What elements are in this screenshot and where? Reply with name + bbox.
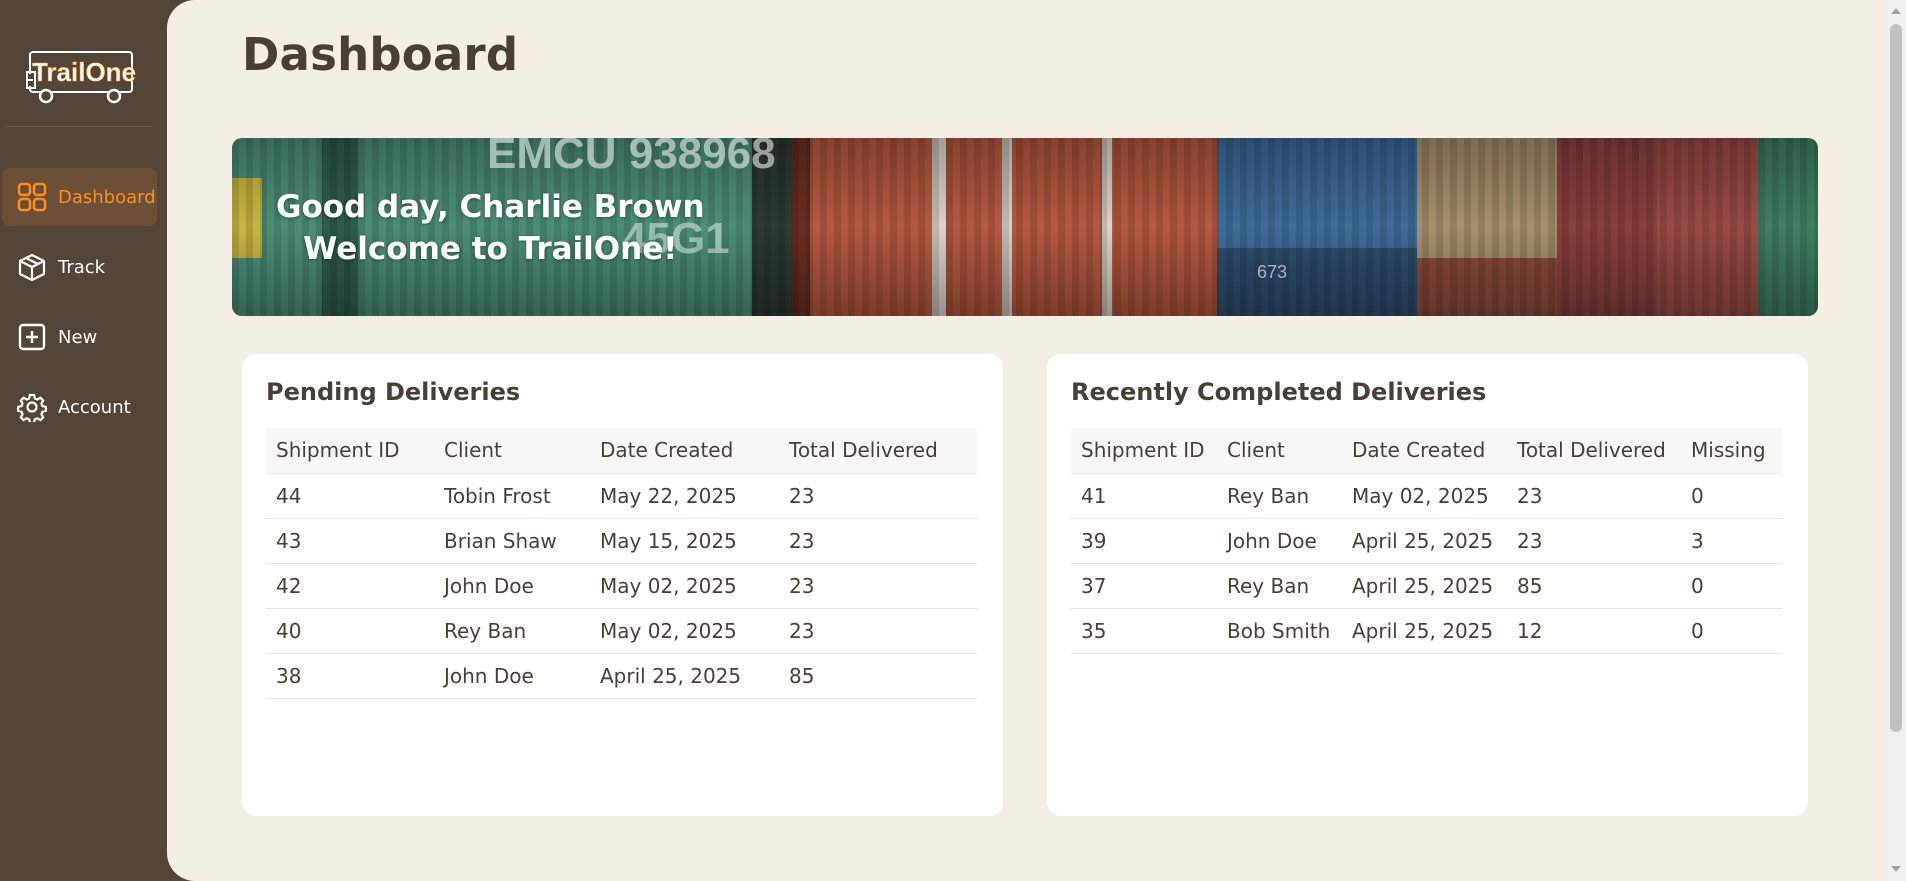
svg-text:EMCU 938968: EMCU 938968 [487, 138, 776, 178]
table-cell: April 25, 2025 [1342, 608, 1507, 654]
dashboard-grid-icon [16, 181, 48, 213]
column-header[interactable]: Shipment ID [1071, 428, 1217, 474]
completed-deliveries-table: Shipment ID Client Date Created Total De… [1071, 428, 1782, 654]
table-cell: Bob Smith [1217, 608, 1342, 654]
table-row[interactable]: 41 Rey Ban May 02, 2025 23 0 [1071, 473, 1782, 519]
table-cell: 3 [1681, 518, 1782, 564]
welcome-banner: EMCU 938968 45G1 673 Good day, Charlie B… [232, 138, 1818, 316]
table-cell: Rey Ban [1217, 563, 1342, 609]
table-cell: April 25, 2025 [1342, 563, 1507, 609]
table-cell: 85 [779, 653, 977, 699]
table-cell: 23 [779, 608, 977, 654]
table-cell: 41 [1071, 473, 1217, 519]
sidebar: TrailOne Dashboard Track New Account [0, 0, 167, 881]
plus-square-icon [16, 321, 48, 353]
column-header[interactable]: Date Created [1342, 428, 1507, 474]
table-row[interactable]: 38 John Doe April 25, 2025 85 [266, 653, 977, 699]
column-header[interactable]: Date Created [590, 428, 779, 474]
table-cell: 37 [1071, 563, 1217, 609]
card-title: Recently Completed Deliveries [1071, 378, 1487, 406]
table-cell: John Doe [1217, 518, 1342, 564]
table-cell: May 22, 2025 [590, 473, 779, 519]
table-row[interactable]: 43 Brian Shaw May 15, 2025 23 [266, 518, 977, 564]
trailone-logo[interactable]: TrailOne [24, 44, 136, 106]
table-cell: May 02, 2025 [590, 563, 779, 609]
sidebar-item-track[interactable]: Track [2, 238, 157, 296]
table-cell: 23 [1507, 518, 1681, 564]
svg-text:673: 673 [1257, 262, 1287, 282]
table-row[interactable]: 44 Tobin Frost May 22, 2025 23 [266, 473, 977, 519]
scroll-up-arrow-icon[interactable] [1891, 8, 1901, 14]
sidebar-item-account[interactable]: Account [2, 378, 157, 436]
completed-deliveries-card: Recently Completed Deliveries Shipment I… [1047, 354, 1808, 816]
pending-deliveries-table: Shipment ID Client Date Created Total De… [266, 428, 977, 699]
table-cell: 23 [779, 518, 977, 564]
table-row[interactable]: 39 John Doe April 25, 2025 23 3 [1071, 518, 1782, 564]
sidebar-item-label: Account [58, 396, 131, 418]
table-cell: John Doe [434, 653, 590, 699]
table-row[interactable]: 40 Rey Ban May 02, 2025 23 [266, 608, 977, 654]
table-cell: 85 [1507, 563, 1681, 609]
main-content: Dashboard EMCU 938968 45G1 673 Good day,… [167, 0, 1886, 881]
table-row[interactable]: 37 Rey Ban April 25, 2025 85 0 [1071, 563, 1782, 609]
page-scrollbar[interactable] [1886, 0, 1906, 881]
pending-deliveries-card: Pending Deliveries Shipment ID Client Da… [242, 354, 1003, 816]
table-cell: 42 [266, 563, 434, 609]
sidebar-item-new[interactable]: New [2, 308, 157, 366]
table-cell: 44 [266, 473, 434, 519]
table-row[interactable]: 35 Bob Smith April 25, 2025 12 0 [1071, 608, 1782, 654]
table-cell: May 02, 2025 [1342, 473, 1507, 519]
sidebar-item-dashboard[interactable]: Dashboard [2, 168, 157, 226]
column-header[interactable]: Client [434, 428, 590, 474]
banner-greeting: Good day, Charlie Brown Welcome to Trail… [276, 186, 705, 270]
table-cell: 39 [1071, 518, 1217, 564]
table-cell: May 15, 2025 [590, 518, 779, 564]
table-cell: 0 [1681, 563, 1782, 609]
sidebar-divider [7, 126, 152, 127]
greeting-text: Good day, Charlie Brown [276, 189, 705, 225]
column-header[interactable]: Missing [1681, 428, 1782, 474]
table-cell: 35 [1071, 608, 1217, 654]
table-cell: 23 [1507, 473, 1681, 519]
table-cell: 0 [1681, 608, 1782, 654]
table-cell: 23 [779, 473, 977, 519]
table-header-row: Shipment ID Client Date Created Total De… [266, 428, 977, 474]
column-header[interactable]: Client [1217, 428, 1342, 474]
table-cell: Rey Ban [434, 608, 590, 654]
welcome-text: Welcome to TrailOne! [303, 231, 678, 267]
svg-text:TrailOne: TrailOne [32, 57, 136, 87]
column-header[interactable]: Total Delivered [1507, 428, 1681, 474]
table-cell: 38 [266, 653, 434, 699]
card-title: Pending Deliveries [266, 378, 521, 406]
table-cell: Rey Ban [1217, 473, 1342, 519]
table-cell: 0 [1681, 473, 1782, 519]
sidebar-item-label: New [58, 326, 98, 348]
table-cell: April 25, 2025 [590, 653, 779, 699]
table-cell: May 02, 2025 [590, 608, 779, 654]
table-cell: Brian Shaw [434, 518, 590, 564]
column-header[interactable]: Total Delivered [779, 428, 977, 474]
table-cell: 43 [266, 518, 434, 564]
table-cell: Tobin Frost [434, 473, 590, 519]
column-header[interactable]: Shipment ID [266, 428, 434, 474]
scroll-down-arrow-icon[interactable] [1891, 866, 1901, 872]
table-row[interactable]: 42 John Doe May 02, 2025 23 [266, 563, 977, 609]
table-cell: 12 [1507, 608, 1681, 654]
table-cell: April 25, 2025 [1342, 518, 1507, 564]
box-icon [16, 251, 48, 283]
page-title: Dashboard [242, 28, 519, 81]
sidebar-item-label: Track [58, 256, 106, 278]
table-cell: 40 [266, 608, 434, 654]
sidebar-item-label: Dashboard [58, 186, 156, 208]
table-header-row: Shipment ID Client Date Created Total De… [1071, 428, 1782, 474]
scrollbar-thumb[interactable] [1890, 24, 1902, 732]
table-cell: John Doe [434, 563, 590, 609]
table-cell: 23 [779, 563, 977, 609]
gear-icon [16, 391, 48, 423]
